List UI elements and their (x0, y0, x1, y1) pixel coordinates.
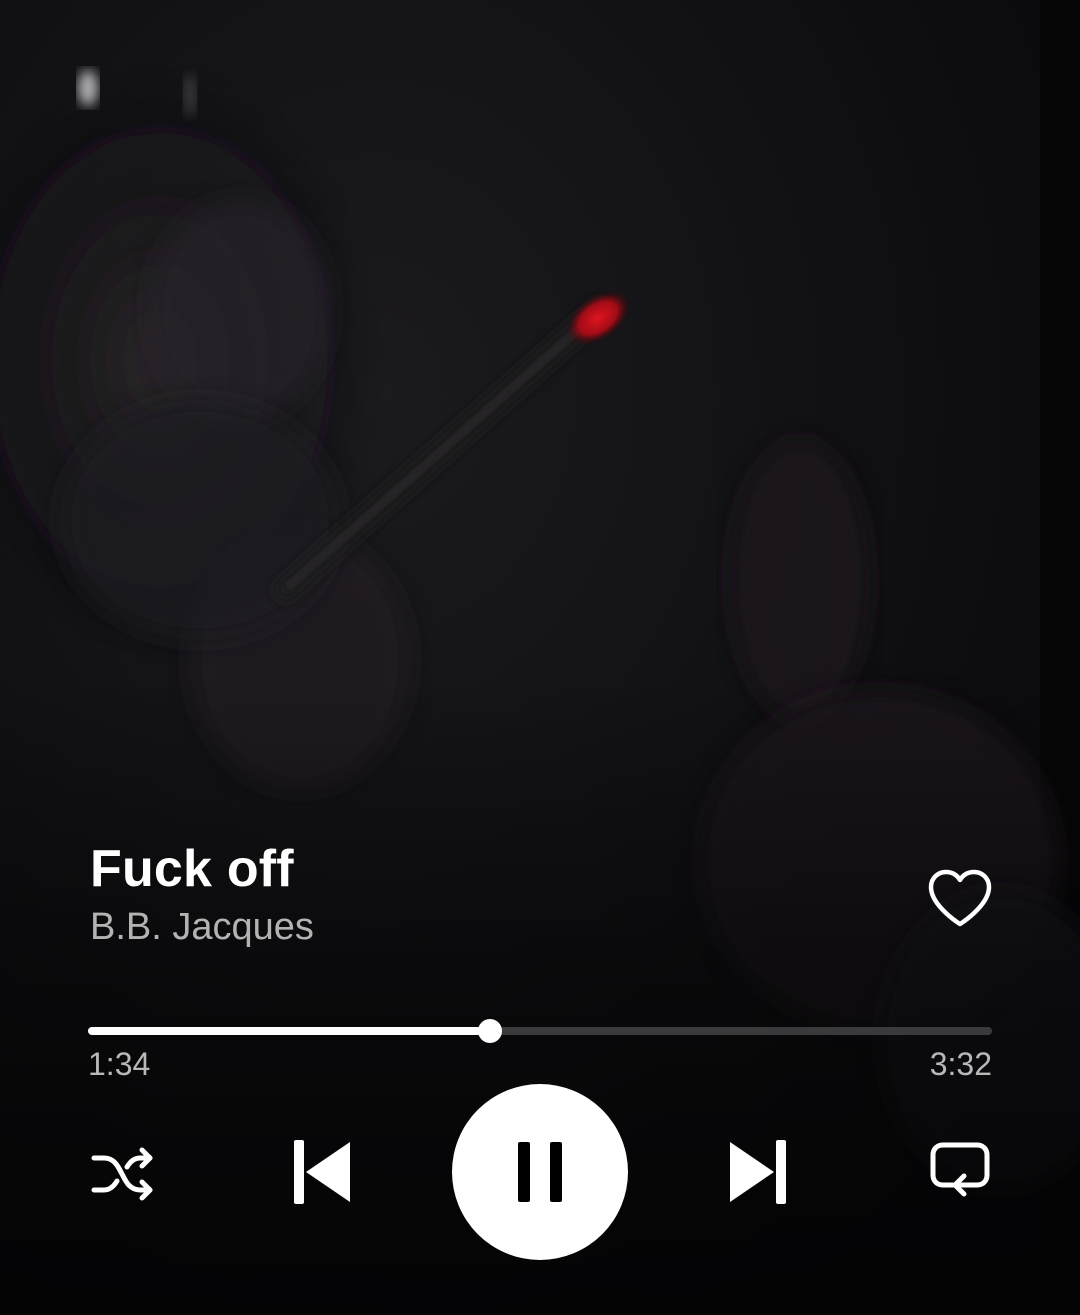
pause-button[interactable] (452, 1084, 628, 1260)
skip-next-icon (730, 1140, 786, 1204)
track-title: Fuck off (90, 840, 294, 898)
shuffle-icon (91, 1147, 153, 1201)
now-playing-screen: Fuck off B.B. Jacques 1:34 3:32 (0, 0, 1080, 1315)
repeat-icon (930, 1142, 990, 1197)
total-duration: 3:32 (929, 1046, 992, 1082)
like-button[interactable] (922, 860, 998, 936)
track-info: Fuck off B.B. Jacques (90, 838, 890, 952)
track-artist[interactable]: B.B. Jacques (90, 902, 890, 952)
pause-icon (518, 1142, 562, 1202)
progress-track (88, 1027, 992, 1035)
progress-thumb[interactable] (478, 1019, 503, 1043)
heart-outline-icon (928, 869, 992, 927)
skip-previous-icon (294, 1140, 350, 1204)
repeat-button[interactable] (922, 1134, 998, 1210)
previous-button[interactable] (280, 1130, 364, 1214)
progress-fill (88, 1027, 491, 1035)
next-button[interactable] (716, 1130, 800, 1214)
progress-bar[interactable] (88, 1014, 992, 1048)
shuffle-button[interactable] (84, 1136, 160, 1212)
elapsed-time: 1:34 (88, 1046, 151, 1082)
